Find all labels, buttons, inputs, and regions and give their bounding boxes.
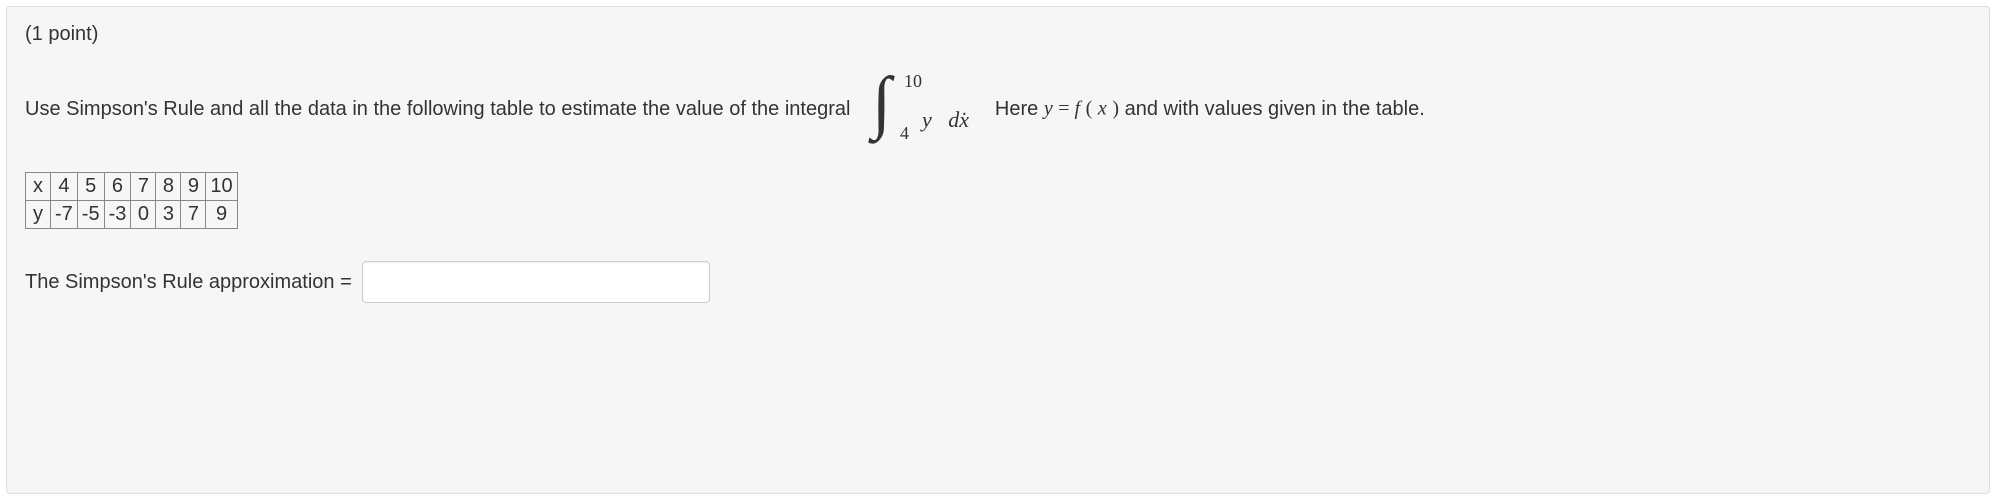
- equation-paren-close: ): [1112, 97, 1119, 119]
- instruction-post2: and with values given in the table.: [1125, 98, 1425, 120]
- integrand-var: y: [922, 107, 932, 132]
- cell: 3: [156, 201, 181, 229]
- integral-expression: ∫ 10 4 y dx: [858, 74, 954, 144]
- instruction-pre: Use Simpson's Rule and all the data in t…: [25, 98, 856, 120]
- problem-statement: Use Simpson's Rule and all the data in t…: [25, 74, 1971, 144]
- cell: -7: [51, 201, 78, 229]
- cell: 5: [77, 173, 104, 201]
- cell: 8: [156, 173, 181, 201]
- table-row: x 4 5 6 7 8 9 10: [26, 173, 238, 201]
- equation-lhs: y: [1044, 97, 1053, 119]
- cell: 4: [51, 173, 78, 201]
- equation-rhs-f: f: [1075, 97, 1081, 119]
- cell: 7: [181, 201, 206, 229]
- cell: 9: [181, 173, 206, 201]
- cell: 7: [131, 173, 156, 201]
- integral-sign-icon: ∫: [872, 68, 891, 138]
- row-label-x: x: [26, 173, 51, 201]
- equation-eq: =: [1058, 97, 1074, 119]
- cell: -5: [77, 201, 104, 229]
- cell: 10: [206, 173, 237, 201]
- cell: 9: [206, 201, 237, 229]
- answer-line: The Simpson's Rule approximation =: [25, 261, 1971, 303]
- answer-label: The Simpson's Rule approximation =: [25, 271, 352, 294]
- data-table: x 4 5 6 7 8 9 10 y -7 -5 -3 0 3 7 9: [25, 172, 238, 229]
- equation-rhs-x: x: [1098, 97, 1107, 119]
- points-label: (1 point): [25, 23, 1971, 46]
- table-row: y -7 -5 -3 0 3 7 9: [26, 201, 238, 229]
- instruction-here: Here: [995, 98, 1044, 120]
- differential: dx: [948, 107, 969, 132]
- integral-lower-limit: 4: [900, 114, 909, 154]
- cell: 0: [131, 201, 156, 229]
- integrand: y dx: [922, 96, 969, 144]
- equation-paren-open: (: [1086, 97, 1093, 119]
- row-label-y: y: [26, 201, 51, 229]
- cell: 6: [104, 173, 131, 201]
- answer-input[interactable]: [362, 261, 710, 303]
- problem-panel: (1 point) Use Simpson's Rule and all the…: [6, 6, 1990, 494]
- cell: -3: [104, 201, 131, 229]
- integral-upper-limit: 10: [904, 62, 922, 102]
